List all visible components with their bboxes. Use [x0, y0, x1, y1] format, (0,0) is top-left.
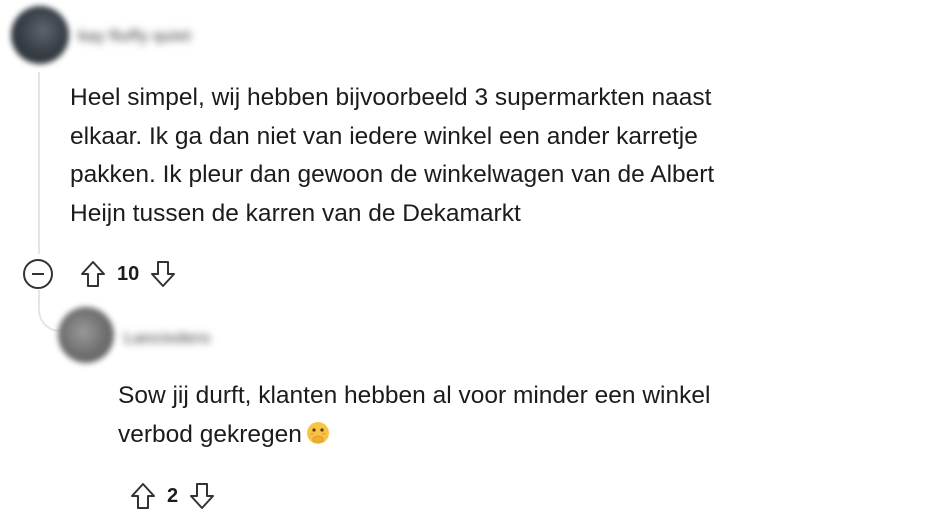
thread-line — [38, 72, 40, 254]
downvote-arrow-icon[interactable] — [186, 480, 218, 512]
comment-body: Heel simpel, wij hebben bijvoorbeeld 3 s… — [70, 79, 714, 233]
vote-score: 10 — [117, 262, 140, 285]
avatar[interactable] — [11, 6, 69, 64]
collapse-minus-icon[interactable] — [23, 259, 53, 289]
comment-text-line: pakken. Ik pleur dan gewoon de winkelwag… — [70, 161, 715, 188]
comment-actions: 2 — [127, 480, 218, 512]
upvote-arrow-icon[interactable] — [127, 480, 159, 512]
comment-body: Sow jij durft, klanten hebben al voor mi… — [118, 377, 710, 454]
vote-score: 2 — [167, 484, 179, 507]
face-with-hand-over-mouth-emoji-icon — [306, 419, 330, 444]
avatar[interactable] — [58, 307, 114, 363]
comment-actions: 10 — [23, 258, 179, 290]
comment-text-line: elkaar. Ik ga dan niet van iedere winkel… — [70, 122, 698, 150]
comment-text-line: Heel simpel, wij hebben bijvoorbeeld 3 s… — [70, 84, 712, 111]
downvote-arrow-icon[interactable] — [147, 258, 179, 290]
username[interactable]: kay fluffy quiet — [78, 28, 191, 46]
username[interactable]: Lanciodero — [124, 330, 210, 348]
comment-text-line: Sow jij durft, klanten hebben al voor mi… — [118, 382, 711, 409]
comment-text: verbod gekregen — [118, 420, 302, 448]
upvote-arrow-icon[interactable] — [77, 258, 109, 290]
comment-text-line: verbod gekregen — [118, 416, 710, 455]
comment-text-line: Heijn tussen de karren van de Dekamarkt — [70, 199, 521, 227]
